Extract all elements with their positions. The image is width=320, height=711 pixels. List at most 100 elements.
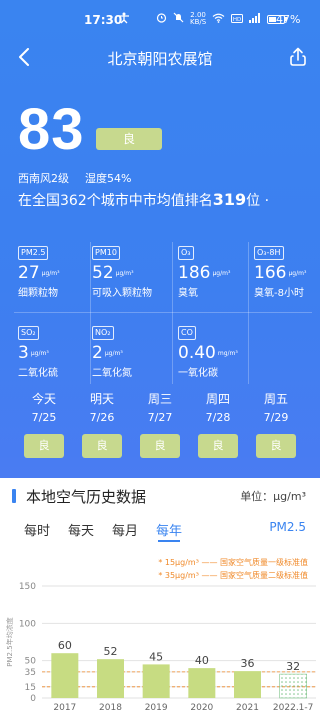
- chart-bar: [97, 659, 124, 698]
- x-tick-label: 2021: [236, 703, 259, 711]
- x-tick-label: 2022.1-7: [273, 703, 313, 711]
- history-header: 本地空气历史数据 单位：μg/m³: [0, 484, 320, 506]
- pollutant-label: SO₂: [18, 326, 39, 340]
- aqi-value: 83: [18, 97, 85, 162]
- tab-hourly[interactable]: 每时: [24, 520, 50, 539]
- y-tick-label: 35: [25, 668, 36, 678]
- history-chart-svg: 015 3550 100 150 PM2.5年均浓度 60 2017 52 2018 45 2019…: [5, 582, 316, 711]
- forecast-level-badge: 良: [82, 434, 122, 458]
- pollutant-label: PM2.5: [18, 246, 49, 260]
- history-tabs: 每时 每天 每月 每年 PM2.5: [0, 520, 320, 546]
- forecast-day-name: 周三: [147, 392, 172, 406]
- wifi-icon: [212, 13, 225, 26]
- forecast-date: 7/25: [31, 411, 57, 424]
- standard-legend: * 15μg/m³ —— 国家空气质量一级标准值 * 35μg/m³ —— 国家…: [158, 556, 308, 582]
- bar-value-label: 52: [104, 645, 118, 658]
- chart-bar: [142, 664, 170, 698]
- forecast-level-badge: 良: [256, 434, 296, 458]
- y-tick-label: 100: [19, 619, 36, 629]
- status-time: 17:30: [84, 13, 123, 27]
- forecast-day[interactable]: 今天 7/25 良: [16, 390, 72, 458]
- tab-monthly[interactable]: 每月: [112, 520, 138, 539]
- air-quality-hero: 17:30 2.00 KB/S HD 47% 北京朝阳农展馆 83 良 西南风2…: [0, 0, 320, 478]
- pollutant-unit: μg/m³: [115, 269, 134, 277]
- forecast-row: 今天 7/25 良 明天 7/26 良 周三 7/27 良 周四 7/28 良 …: [0, 390, 320, 460]
- forecast-day[interactable]: 周四 7/28 良: [190, 390, 246, 458]
- mute-icon: [173, 12, 184, 26]
- tab-daily[interactable]: 每天: [68, 520, 94, 539]
- divider: [248, 242, 249, 384]
- forecast-day-name: 周五: [263, 392, 288, 406]
- pollutant-label: O₃: [178, 246, 194, 260]
- y-axis-label: PM2.5年均浓度: [5, 617, 14, 666]
- bar-value-label: 45: [149, 650, 163, 663]
- forecast-day-name: 今天: [31, 392, 56, 406]
- pollutant-name: 臭氧-8小时: [254, 288, 304, 299]
- share-button[interactable]: [286, 44, 310, 70]
- divider: [172, 242, 173, 384]
- share-icon: [290, 47, 306, 66]
- pollutant-value: 3: [18, 343, 29, 363]
- pollutant-selector[interactable]: PM2.5: [269, 520, 306, 534]
- bar-value-label: 40: [195, 654, 209, 667]
- pollutant-name: 一氧化碳: [178, 368, 218, 379]
- tab-yearly[interactable]: 每年: [156, 520, 182, 539]
- forecast-date: 7/27: [147, 411, 173, 424]
- divider: [90, 242, 91, 384]
- pollutant-name: 二氧化硫: [18, 368, 58, 379]
- pollutant-unit: μg/m³: [41, 269, 60, 277]
- status-icons: 2.00 KB/S HD: [156, 12, 288, 26]
- hd-icon: HD: [231, 13, 244, 26]
- forecast-day[interactable]: 周五 7/29 良: [248, 390, 304, 458]
- humidity-text: 湿度54%: [85, 172, 132, 185]
- pollutant-co[interactable]: CO 0.40 mg/m³ 一氧化碳: [178, 320, 252, 392]
- pollutant-pm10[interactable]: PM10 52 μg/m³ 可吸入颗粒物: [92, 240, 166, 312]
- x-tick-label: 2020: [190, 703, 213, 711]
- pollutant-pm25[interactable]: PM2.5 27 μg/m³ 细颗粒物: [18, 240, 92, 312]
- forecast-day[interactable]: 明天 7/26 良: [74, 390, 130, 458]
- city-rank[interactable]: 在全国362个城市中市均值排名319位 ·: [18, 190, 269, 210]
- forecast-date: 7/28: [205, 411, 231, 424]
- forecast-date: 7/26: [89, 411, 115, 424]
- rank-value: 319: [212, 190, 247, 209]
- history-chart: 0 15 35 50 100 150 PM2.5年均浓度 60 2017 52 2018 45 2019…: [0, 580, 320, 711]
- divider: [14, 312, 312, 313]
- forecast-day-name: 明天: [89, 392, 114, 406]
- signal-icon: [249, 12, 261, 26]
- section-marker: [12, 489, 16, 503]
- pollutant-value: 2: [92, 343, 103, 363]
- x-tick-label: 2017: [53, 703, 76, 711]
- page-title: 北京朝阳农展馆: [107, 50, 213, 68]
- x-tick-label: 2019: [145, 703, 168, 711]
- pollutant-so2[interactable]: SO₂ 3 μg/m³ 二氧化硫: [18, 320, 92, 392]
- bar-value-label: 32: [286, 660, 300, 673]
- network-speed-unit: KB/S: [190, 18, 207, 26]
- accessibility-icon: [118, 12, 130, 27]
- pollutant-label: NO₂: [92, 326, 114, 340]
- forecast-day[interactable]: 周三 7/27 良: [132, 390, 188, 458]
- pollutant-unit: mg/m³: [217, 349, 238, 357]
- wind-text: 西南风2级: [18, 172, 69, 185]
- y-tick-label: 15: [25, 683, 36, 693]
- history-title: 本地空气历史数据: [26, 488, 147, 506]
- aqi-level-badge: 良: [96, 128, 162, 150]
- y-tick-label: 50: [25, 657, 37, 667]
- y-tick-label: 150: [19, 582, 36, 592]
- x-tick-label: 2018: [99, 703, 122, 711]
- pollutant-o3-8h[interactable]: O₃-8H 166 μg/m³ 臭氧-8小时: [254, 240, 320, 312]
- pollutant-name: 二氧化氮: [92, 368, 132, 379]
- pollutant-value: 52: [92, 263, 114, 283]
- pollutant-name: 细颗粒物: [18, 288, 58, 299]
- pollutant-label: CO: [178, 326, 196, 340]
- pollutant-o3[interactable]: O₃ 186 μg/m³ 臭氧: [178, 240, 252, 312]
- rank-prefix: 在全国362个城市中市均值排名: [18, 193, 213, 209]
- pollutant-no2[interactable]: NO₂ 2 μg/m³ 二氧化氮: [92, 320, 166, 392]
- pollutant-name: 可吸入颗粒物: [92, 288, 152, 299]
- forecast-level-badge: 良: [24, 434, 64, 458]
- chart-bar: [188, 668, 216, 698]
- pollutant-unit: μg/m³: [212, 269, 231, 277]
- pollutant-name: 臭氧: [178, 288, 198, 299]
- chart-bar: [51, 653, 79, 698]
- pollutant-value: 27: [18, 263, 40, 283]
- active-tab-indicator: [158, 540, 180, 542]
